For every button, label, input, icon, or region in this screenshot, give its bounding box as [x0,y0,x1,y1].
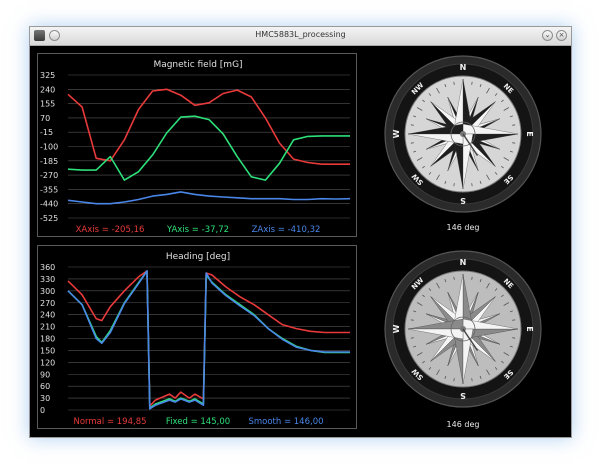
y-tick-label: 60 [40,382,50,391]
y-tick-label: 325 [40,71,55,80]
cardinal-label-w: W [392,324,401,333]
y-tick-label: 30 [40,394,50,403]
y-tick-label: 240 [40,85,55,94]
dial-tick [471,378,473,382]
y-tick-label: 210 [40,323,55,332]
y-tick-label: -440 [40,200,58,209]
series-line-xaxis [67,88,350,165]
dial-tick [410,337,414,339]
chart-title: Heading [deg] [166,252,230,262]
dial-tick [410,142,414,144]
cardinal-label-e: E [525,326,534,331]
dial-tick [471,183,473,187]
y-tick-label: 150 [40,346,55,355]
close-button[interactable]: × [556,30,567,41]
dial-tick [410,124,414,126]
dial-tick [512,124,516,126]
series-line-zaxis [67,191,351,205]
y-tick-label: 300 [40,287,55,296]
dial-tick [453,183,455,187]
compass-1: N NE E SE S SW W NW [383,54,543,214]
y-tick-label: -100 [40,143,58,152]
readout-fixed: Fixed = 145,00 [166,417,230,427]
y-tick-label: -15 [40,128,53,137]
cardinal-label-e: E [525,131,534,136]
readout-zaxis: ZAxis = -410,32 [252,225,321,235]
series-line-yaxis [67,115,350,181]
compass-rose-icon: NNEESESSWWNW [384,250,542,408]
cardinal-label-s: S [460,391,466,400]
y-tick-label: 120 [40,358,55,367]
compass-2: N NE E SE S SW W NW [383,249,543,409]
cardinal-label-s: S [460,196,466,205]
y-tick-label: 240 [40,311,55,320]
y-tick-label: -525 [40,214,58,223]
y-tick-label: -270 [40,171,58,180]
minimize-button[interactable]: ⌄ [542,30,553,41]
series-line-smooth [67,270,350,410]
y-tick-label: 70 [40,114,50,123]
readout-normal: Normal = 194,85 [73,417,146,427]
dial-tick [471,276,473,280]
magnetic-field-chart: Magnetic field [mG] 325 240 155 70 -15 -100 -18… [40,60,351,235]
cardinal-label-w: W [392,129,401,138]
readout-yaxis: YAxis = -37,72 [166,225,229,235]
compass-2-heading-label: 146 deg [446,420,480,429]
y-tick-label: 360 [40,263,55,272]
y-tick-label: 270 [40,299,55,308]
y-tick-label: -185 [40,157,58,166]
dial-tick [453,378,455,382]
title-bar[interactable]: HMC5883L_processing ⌄ × [30,27,571,46]
y-tick-label: 0 [40,406,45,415]
readout-xaxis: XAxis = -205,16 [76,225,145,235]
y-tick-label: 90 [40,370,50,379]
dial-tick [471,81,473,85]
compass-rose-icon: NNEESESSWWNW [384,55,542,213]
dial-tick [512,142,516,144]
dial-tick [512,319,516,321]
dial-tick [512,337,516,339]
cardinal-label-n: N [460,258,467,267]
magnetic-field-panel: Magnetic field [mG] 325 240 155 70 -15 -100 -18… [37,53,357,237]
cardinal-label-n: N [460,63,467,72]
heading-panel: Heading [deg] 360 330 300 270 240 210 180 150 120… [37,245,357,429]
chart-title: Magnetic field [mG] [153,60,242,70]
series-line-fixed [67,270,350,409]
dial-tick [453,276,455,280]
y-tick-label: 330 [40,275,55,284]
dial-tick [410,319,414,321]
window-title: HMC5883L_processing [255,30,346,39]
dial-tick [453,81,455,85]
readout-smooth: Smooth = 146,00 [248,417,323,427]
app-window: HMC5883L_processing ⌄ × Magnetic field [… [29,26,572,438]
y-tick-label: 155 [40,100,55,109]
compass-1-heading-label: 146 deg [446,223,480,232]
y-tick-label: -355 [40,185,58,194]
heading-chart: Heading [deg]360330300270240210180150120… [40,252,350,427]
y-tick-label: 180 [40,335,55,344]
